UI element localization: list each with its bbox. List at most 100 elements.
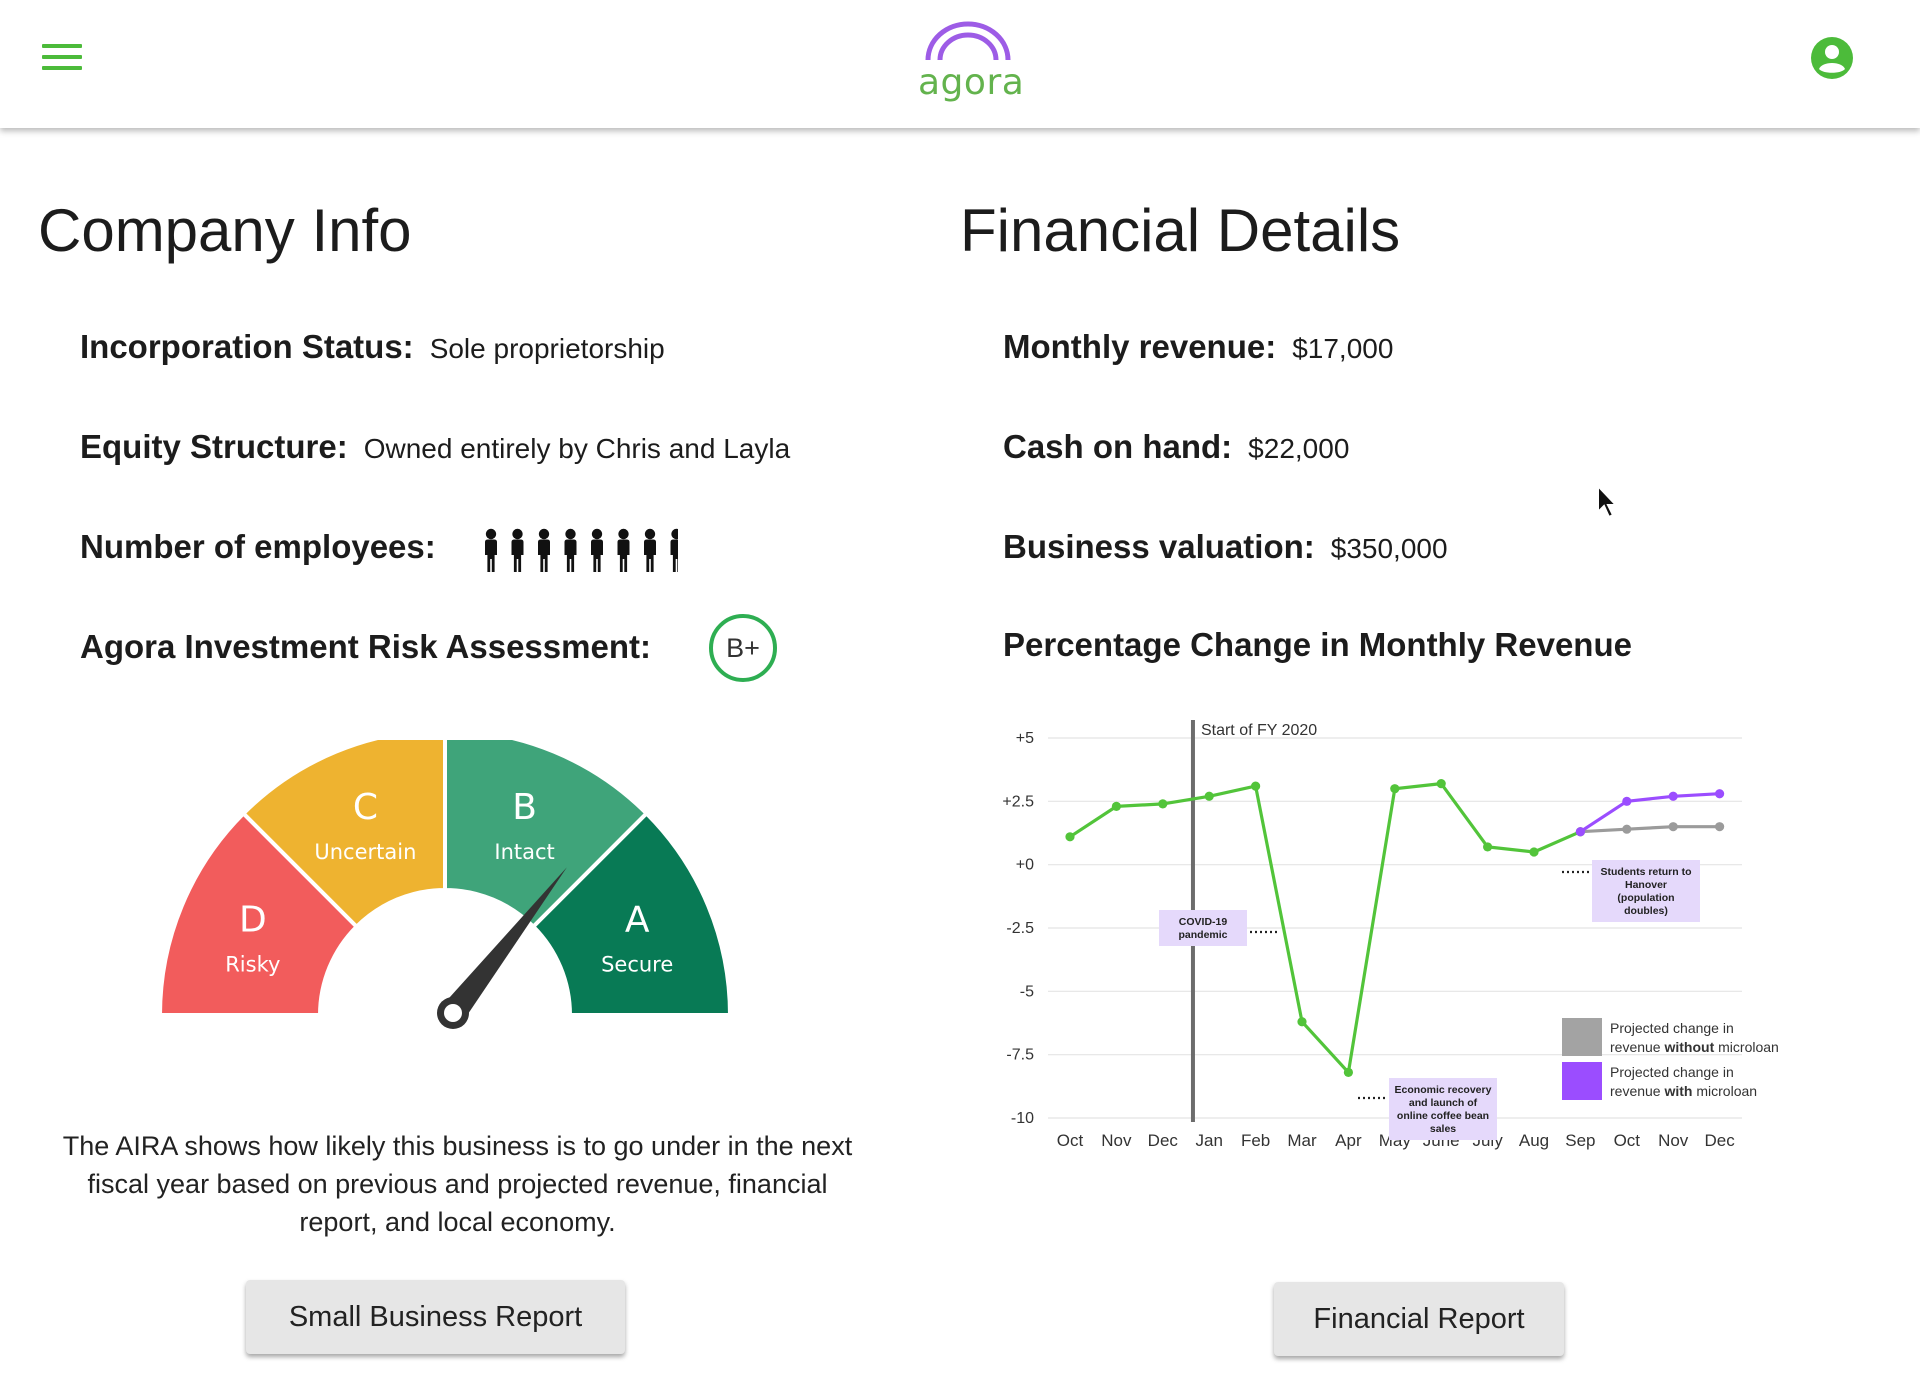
data-point (1436, 779, 1446, 789)
legend-entry: Projected change in revenue without micro… (1562, 1018, 1779, 1056)
gauge-label-d: Risky (225, 952, 280, 976)
risk-grade-badge: B+ (709, 614, 777, 682)
gauge-letter-d: D (239, 899, 267, 940)
data-point (1715, 789, 1725, 799)
y-tick-label: -7.5 (1006, 1047, 1034, 1064)
data-point (1251, 781, 1261, 791)
person-icon (617, 528, 630, 572)
data-point (1065, 832, 1075, 842)
y-tick-label: +2.5 (1002, 793, 1034, 810)
cash-on-hand-label: Cash on hand: (1003, 428, 1233, 465)
data-point (1297, 1017, 1307, 1027)
person-icon (564, 528, 577, 572)
x-tick-label: Feb (1241, 1131, 1270, 1150)
data-point (1390, 784, 1400, 794)
legend-entry: Projected change in revenue with microloa… (1562, 1062, 1757, 1100)
fy-start-label: Start of FY 2020 (1201, 722, 1317, 739)
risk-gauge: D Risky C Uncertain B Intact A Secure (160, 740, 730, 1029)
x-tick-label: Aug (1519, 1131, 1549, 1150)
y-tick-label: -5 (1020, 983, 1034, 1000)
cash-on-hand-value: $22,000 (1248, 433, 1350, 464)
data-point (1622, 824, 1632, 834)
svg-text:Students return to: Students return to (1601, 866, 1692, 878)
data-point (1158, 799, 1168, 809)
equity-structure-value: Owned entirely by Chris and Layla (363, 433, 791, 464)
employees-row: Number of employees: (80, 528, 436, 566)
cash-on-hand-row: Cash on hand: $22,000 (1003, 428, 1349, 466)
gauge-letter-b: B (512, 787, 537, 828)
data-point (1343, 1067, 1353, 1077)
x-tick-label: Apr (1335, 1131, 1362, 1150)
person-icon (591, 528, 603, 572)
financial-details-title: Financial Details (960, 197, 1401, 264)
app-header: agora (0, 0, 1920, 128)
gauge-letter-a: A (625, 899, 650, 940)
x-tick-label: Oct (1057, 1131, 1084, 1150)
risk-assessment-row: Agora Investment Risk Assessment: (80, 628, 651, 666)
hamburger-menu-icon[interactable] (42, 44, 82, 74)
account-circle-icon[interactable] (1810, 36, 1854, 80)
gauge-label-c: Uncertain (314, 840, 416, 864)
svg-text:Hanover: Hanover (1625, 879, 1667, 891)
series-line (1580, 825, 1720, 834)
data-point (1575, 827, 1585, 837)
svg-text:COVID-19: COVID-19 (1179, 916, 1228, 928)
svg-text:pandemic: pandemic (1178, 929, 1227, 941)
y-tick-label: +0 (1016, 857, 1034, 874)
monthly-revenue-row: Monthly revenue: $17,000 (1003, 328, 1393, 366)
y-tick-label: -2.5 (1006, 920, 1034, 937)
svg-text:revenue without microloan: revenue without microloan (1610, 1039, 1779, 1055)
data-point (1204, 791, 1214, 801)
x-tick-label: Jan (1195, 1131, 1222, 1150)
svg-text:online coffee bean: online coffee bean (1397, 1110, 1489, 1122)
financial-report-button[interactable]: Financial Report (1274, 1282, 1564, 1356)
x-tick-label: Sep (1565, 1131, 1595, 1150)
svg-text:revenue with microloan: revenue with microloan (1610, 1083, 1757, 1099)
data-point (1111, 801, 1121, 811)
business-valuation-value: $350,000 (1330, 533, 1448, 564)
x-tick-label: Nov (1658, 1131, 1689, 1150)
x-tick-label: Oct (1614, 1131, 1641, 1150)
legend-swatch (1562, 1018, 1602, 1056)
person-icon (538, 528, 550, 572)
data-point (1529, 847, 1539, 857)
chart-title: Percentage Change in Monthly Revenue (1003, 626, 1632, 663)
svg-text:and launch of: and launch of (1409, 1097, 1478, 1109)
logo-text: agora (918, 62, 1025, 103)
company-info-title: Company Info (38, 197, 412, 264)
business-valuation-row: Business valuation: $350,000 (1003, 528, 1448, 566)
person-icon (644, 528, 656, 572)
revenue-change-chart: +5 +2.5 +0 -2.5 -5 -7.5 -10 Oct Nov Dec Jan Feb Mar A… (1002, 720, 1779, 1150)
x-tick-label: Dec (1704, 1131, 1735, 1150)
x-tick-label: Nov (1101, 1131, 1132, 1150)
person-icon (670, 528, 678, 572)
agora-logo[interactable]: agora (918, 14, 1025, 114)
incorporation-status-label: Incorporation Status: (80, 328, 414, 365)
svg-text:Projected change in: Projected change in (1610, 1064, 1734, 1080)
svg-text:sales: sales (1430, 1123, 1456, 1135)
x-tick-label: Dec (1148, 1131, 1179, 1150)
monthly-revenue-label: Monthly revenue: (1003, 328, 1277, 365)
chart-annotation: Students return toHanover(populationdoub… (1562, 860, 1700, 922)
aira-description: The AIRA shows how likely this business … (62, 1131, 853, 1237)
svg-text:doubles): doubles) (1624, 905, 1668, 917)
data-point (1483, 842, 1493, 852)
svg-text:Projected change in: Projected change in (1610, 1020, 1734, 1036)
person-icon (511, 528, 524, 572)
legend-swatch (1562, 1062, 1602, 1100)
y-tick-label: +5 (1016, 730, 1034, 747)
x-tick-label: Mar (1287, 1131, 1317, 1150)
data-point (1715, 822, 1725, 832)
gauge-label-b: Intact (494, 840, 554, 864)
monthly-revenue-value: $17,000 (1292, 333, 1394, 364)
equity-structure-label: Equity Structure: (80, 428, 348, 465)
data-point (1622, 796, 1632, 806)
svg-text:Economic recovery: Economic recovery (1395, 1084, 1492, 1096)
employees-label: Number of employees: (80, 528, 436, 565)
data-point (1668, 822, 1678, 832)
small-business-report-button[interactable]: Small Business Report (246, 1280, 625, 1354)
svg-text:(population: (population (1617, 892, 1674, 904)
person-icon (485, 528, 497, 572)
gauge-letter-c: C (353, 787, 378, 828)
gauge-label-a: Secure (601, 952, 673, 976)
